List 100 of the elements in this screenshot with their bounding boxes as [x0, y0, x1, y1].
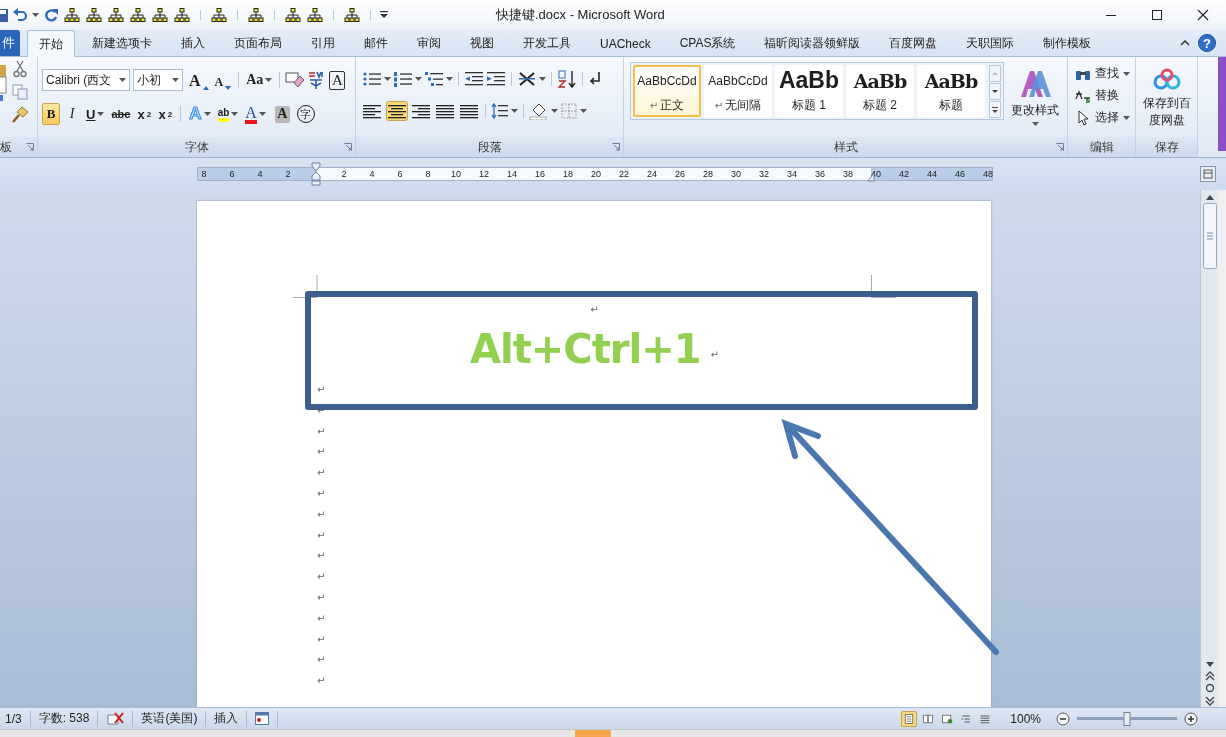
numbering-icon[interactable]: [393, 70, 413, 88]
ribbon-tab[interactable]: UACheck: [588, 30, 663, 56]
next-page-icon[interactable]: [1204, 695, 1215, 707]
paint-bucket-icon[interactable]: [529, 102, 549, 120]
ribbon-tab[interactable]: 百度网盘: [877, 30, 950, 56]
change-case-button[interactable]: Aa: [244, 69, 275, 91]
ruler-toggle-icon[interactable]: [1200, 166, 1216, 182]
character-border-button[interactable]: A: [329, 70, 346, 90]
highlight-button[interactable]: ab: [215, 103, 241, 125]
maximize-icon[interactable]: [1151, 9, 1163, 21]
line-spacing-icon[interactable]: [491, 102, 509, 120]
dialog-launcher-icon[interactable]: [344, 143, 352, 151]
hierarchy-icon[interactable]: [63, 7, 81, 23]
ribbon-tab[interactable]: 视图: [458, 30, 506, 56]
hierarchy-icon[interactable]: [210, 7, 228, 23]
ribbon-tab[interactable]: 制作模板: [1031, 30, 1104, 56]
ribbon-tab[interactable]: 开发工具: [511, 30, 583, 56]
paste-icon[interactable]: [0, 65, 8, 101]
save-to-cloud-button[interactable]: 保存到百度网盘: [1138, 59, 1195, 137]
asian-layout-icon[interactable]: [517, 70, 537, 88]
underline-button[interactable]: U: [84, 103, 107, 125]
hierarchy-icon[interactable]: [173, 7, 191, 23]
italic-button[interactable]: I: [63, 103, 81, 125]
undo-icon[interactable]: [12, 7, 28, 23]
character-shading-button[interactable]: A: [274, 105, 290, 123]
ribbon-tab[interactable]: 引用: [299, 30, 347, 56]
change-styles-button[interactable]: 更改样式: [1008, 61, 1062, 133]
increase-indent-icon[interactable]: [486, 70, 506, 88]
proofing-icon[interactable]: [106, 710, 125, 727]
hierarchy-icon[interactable]: [247, 7, 265, 23]
font-color-button[interactable]: A: [243, 103, 268, 125]
multilevel-list-icon[interactable]: [424, 70, 444, 88]
phonetic-guide-icon[interactable]: [306, 70, 326, 90]
slider-thumb[interactable]: [1123, 711, 1131, 726]
align-center-icon[interactable]: [386, 101, 408, 121]
zoom-out-icon[interactable]: [1056, 711, 1070, 726]
superscript-button[interactable]: x$^{2}$: [156, 103, 175, 125]
save-icon[interactable]: [0, 7, 8, 23]
caret-icon: [231, 112, 239, 116]
style-option[interactable]: AaBbCcDd ↵ 正文: [633, 65, 701, 117]
paragraph-mark: ↵: [317, 675, 326, 687]
strikethrough-button[interactable]: abc: [109, 103, 133, 125]
hierarchy-icon[interactable]: [129, 7, 147, 23]
file-tab[interactable]: 件: [0, 30, 20, 56]
bullets-icon[interactable]: [362, 70, 382, 88]
dialog-launcher-icon[interactable]: [1056, 143, 1064, 151]
more-styles-icon[interactable]: [989, 101, 1001, 118]
style-option[interactable]: AaBb 标题 1: [775, 65, 843, 117]
language-indicator[interactable]: 英语(美国): [141, 710, 198, 727]
replace-button[interactable]: 替换: [1074, 86, 1131, 105]
indent-marker-icon[interactable]: [311, 162, 321, 186]
grow-font-button[interactable]: A: [187, 69, 211, 91]
ribbon-tab[interactable]: 开始: [27, 30, 75, 57]
help-button[interactable]: ?: [1198, 34, 1216, 52]
word-count[interactable]: 字数: 538: [38, 710, 90, 727]
style-option[interactable]: AaBb 标题 2: [846, 65, 914, 117]
zoom-in-icon[interactable]: [1184, 711, 1198, 726]
zoom-level[interactable]: 100%: [1010, 711, 1041, 726]
format-painter-icon[interactable]: [12, 106, 30, 124]
hierarchy-icon[interactable]: [284, 7, 302, 23]
ribbon-tab[interactable]: 邮件: [352, 30, 400, 56]
hierarchy-icon[interactable]: [107, 7, 125, 23]
redo-icon[interactable]: [43, 7, 59, 23]
previous-page-icon[interactable]: [1204, 671, 1215, 681]
font-name-field[interactable]: Calibri (西文: [42, 69, 130, 91]
find-button[interactable]: 查找: [1074, 64, 1131, 83]
hierarchy-icon[interactable]: [151, 7, 169, 23]
decrease-indent-icon[interactable]: [464, 70, 484, 88]
scroll-down-icon[interactable]: [1204, 661, 1215, 669]
ribbon-tab[interactable]: 新建选项卡: [80, 30, 164, 56]
dialog-launcher-icon[interactable]: [612, 143, 620, 151]
hierarchy-icon[interactable]: [343, 7, 361, 23]
close-icon[interactable]: [1197, 9, 1209, 21]
ribbon-tab[interactable]: 天职国际: [954, 30, 1027, 56]
ribbon-tab[interactable]: 页面布局: [222, 30, 294, 56]
ribbon-tab[interactable]: CPAS系统: [667, 30, 748, 56]
scroll-up-icon[interactable]: [1204, 193, 1215, 201]
scroll-down-icon[interactable]: [989, 83, 1001, 100]
select-button[interactable]: 选择: [1074, 108, 1131, 127]
browse-object-icon[interactable]: [1204, 683, 1215, 693]
hierarchy-icon[interactable]: [306, 7, 324, 23]
bold-button[interactable]: B: [42, 103, 60, 125]
hierarchy-icon[interactable]: [85, 7, 103, 23]
ribbon-tab[interactable]: 福昕阅读器领鲜版: [752, 30, 873, 56]
clear-formatting-icon[interactable]: [285, 71, 305, 89]
ribbon-tab[interactable]: 审阅: [405, 30, 453, 56]
collapse-ribbon-icon[interactable]: [1180, 39, 1190, 47]
style-option[interactable]: AaBb 标题: [917, 65, 985, 117]
shrink-font-button[interactable]: A: [212, 69, 234, 91]
dialog-launcher-icon[interactable]: [26, 143, 34, 151]
scroll-thumb[interactable]: [1202, 203, 1217, 269]
font-size-field[interactable]: 小初: [133, 69, 183, 91]
ribbon-tab[interactable]: 插入: [169, 30, 217, 56]
print-view-icon[interactable]: [901, 710, 918, 727]
cut-icon[interactable]: [12, 60, 28, 78]
sort-icon[interactable]: [557, 69, 577, 89]
insert-mode-indicator[interactable]: 插入: [214, 710, 239, 727]
style-option[interactable]: AaBbCcDd ↵ 无间隔: [704, 65, 772, 117]
macro-record-icon[interactable]: [255, 712, 270, 725]
customize-icon[interactable]: [380, 10, 388, 20]
